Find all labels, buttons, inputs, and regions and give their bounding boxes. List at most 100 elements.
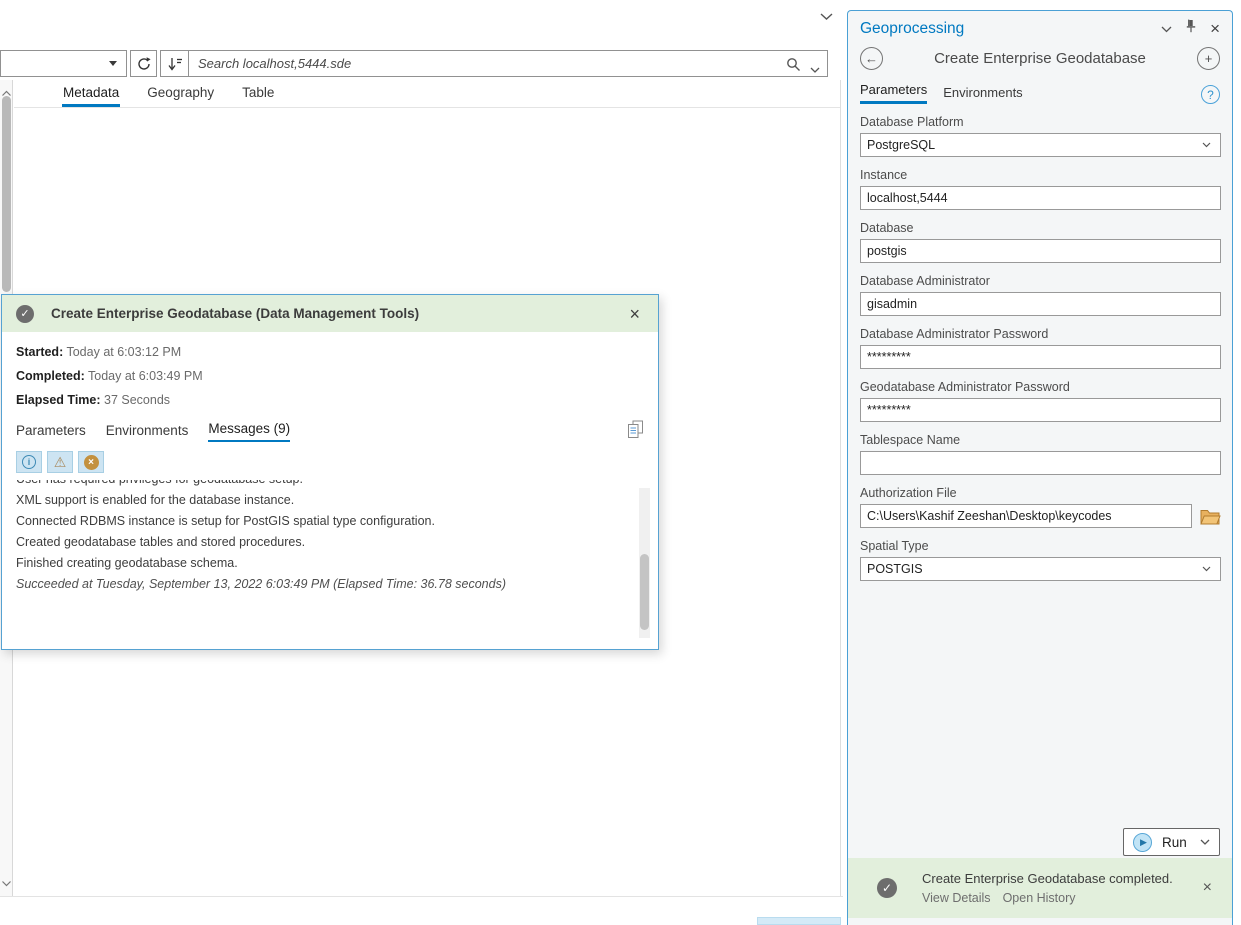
tablespace-name-input[interactable] bbox=[860, 451, 1221, 475]
gdb-admin-password-input[interactable] bbox=[860, 398, 1221, 422]
view-details-link[interactable]: View Details bbox=[922, 891, 991, 905]
messages-log[interactable]: User has required privileges for geodata… bbox=[16, 480, 624, 630]
question-icon: ? bbox=[1207, 88, 1214, 102]
play-icon: ▶ bbox=[1133, 833, 1152, 852]
started-label: Started: bbox=[16, 345, 63, 359]
search-icon[interactable] bbox=[786, 57, 801, 77]
field-label: Authorization File bbox=[860, 486, 1221, 500]
run-label: Run bbox=[1162, 835, 1187, 850]
dialog-header: ✓ Create Enterprise Geodatabase (Data Ma… bbox=[2, 295, 658, 332]
scroll-down-icon[interactable] bbox=[1, 874, 12, 892]
chevron-down-icon bbox=[1202, 566, 1211, 572]
succeeded-line: Succeeded at Tuesday, September 13, 2022… bbox=[16, 574, 624, 595]
field-label: Database Platform bbox=[860, 115, 1221, 129]
tab-environments[interactable]: Environments bbox=[106, 423, 189, 442]
folder-icon bbox=[1200, 508, 1221, 525]
log-line: Created geodatabase tables and stored pr… bbox=[16, 532, 624, 553]
sort-button[interactable] bbox=[160, 50, 189, 77]
content-bottom-divider bbox=[0, 896, 843, 897]
success-check-icon: ✓ bbox=[877, 878, 897, 898]
tool-result-dialog: ✓ Create Enterprise Geodatabase (Data Ma… bbox=[1, 294, 659, 650]
browse-button[interactable] bbox=[1200, 508, 1221, 525]
success-check-icon: ✓ bbox=[16, 305, 34, 323]
close-icon[interactable]: × bbox=[1210, 20, 1220, 37]
copy-messages-button[interactable] bbox=[627, 420, 644, 442]
run-button[interactable]: ▶ Run bbox=[1123, 828, 1220, 856]
back-button[interactable]: ← bbox=[860, 47, 883, 70]
field-authorization-file: Authorization File bbox=[860, 486, 1221, 528]
tool-title: Create Enterprise Geodatabase bbox=[883, 50, 1197, 67]
tool-nav: ← Create Enterprise Geodatabase + bbox=[848, 40, 1232, 72]
help-button[interactable]: ? bbox=[1201, 85, 1220, 104]
database-input[interactable] bbox=[860, 239, 1221, 263]
close-icon[interactable]: × bbox=[623, 303, 646, 325]
tab-parameters[interactable]: Parameters bbox=[16, 423, 86, 442]
dba-password-input[interactable] bbox=[860, 345, 1221, 369]
instance-input[interactable] bbox=[860, 186, 1221, 210]
field-label: Database Administrator Password bbox=[860, 327, 1221, 341]
search-input[interactable] bbox=[189, 51, 827, 76]
log-line: User has required privileges for geodata… bbox=[16, 480, 624, 490]
path-combobox[interactable] bbox=[0, 50, 127, 77]
completed-line: Completed: Today at 6:03:49 PM bbox=[16, 369, 644, 383]
log-line: Connected RDBMS instance is setup for Po… bbox=[16, 511, 624, 532]
spatial-type-select[interactable]: POSTGIS bbox=[860, 557, 1221, 581]
database-administrator-input[interactable] bbox=[860, 292, 1221, 316]
search-chevron-icon[interactable] bbox=[810, 61, 820, 79]
copy-icon bbox=[627, 420, 644, 439]
field-instance: Instance bbox=[860, 168, 1221, 210]
parameters-form: Database Platform PostgreSQL Instance Da… bbox=[848, 104, 1232, 581]
elapsed-line: Elapsed Time: 37 Seconds bbox=[16, 393, 644, 407]
field-database: Database bbox=[860, 221, 1221, 263]
refresh-icon bbox=[136, 56, 152, 72]
field-label: Geodatabase Administrator Password bbox=[860, 380, 1221, 394]
field-label: Instance bbox=[860, 168, 1221, 182]
scrollbar-thumb[interactable] bbox=[2, 96, 11, 292]
tab-environments[interactable]: Environments bbox=[943, 85, 1022, 104]
field-label: Spatial Type bbox=[860, 539, 1221, 553]
error-icon: × bbox=[84, 455, 99, 470]
tabs-divider bbox=[14, 107, 840, 108]
search-box bbox=[188, 50, 828, 77]
field-label: Tablespace Name bbox=[860, 433, 1221, 447]
tab-parameters[interactable]: Parameters bbox=[860, 82, 927, 104]
chevron-down-icon bbox=[109, 61, 117, 66]
tab-geography[interactable]: Geography bbox=[146, 83, 215, 107]
pin-icon[interactable] bbox=[1185, 19, 1197, 38]
message-filters: i ⚠ × bbox=[2, 442, 658, 478]
field-tablespace-name: Tablespace Name bbox=[860, 433, 1221, 475]
warning-icon: ⚠ bbox=[54, 455, 67, 469]
info-filter-button[interactable]: i bbox=[16, 451, 42, 473]
add-to-model-button[interactable]: + bbox=[1197, 47, 1220, 70]
completed-label: Completed: bbox=[16, 369, 85, 383]
scrollbar-thumb[interactable] bbox=[640, 554, 649, 630]
info-icon: i bbox=[22, 455, 36, 469]
dialog-tabs: Parameters Environments Messages (9) bbox=[2, 417, 658, 442]
tab-messages[interactable]: Messages (9) bbox=[208, 421, 290, 442]
chevron-down-icon bbox=[1202, 142, 1211, 148]
sort-icon bbox=[167, 57, 183, 71]
open-history-link[interactable]: Open History bbox=[1003, 891, 1076, 905]
field-gdb-admin-password: Geodatabase Administrator Password bbox=[860, 380, 1221, 422]
log-line: Finished creating geodatabase schema. bbox=[16, 553, 624, 574]
selected-value: POSTGIS bbox=[867, 562, 923, 576]
database-platform-select[interactable]: PostgreSQL bbox=[860, 133, 1221, 157]
messages-scrollbar[interactable] bbox=[639, 488, 650, 638]
tab-table[interactable]: Table bbox=[241, 83, 275, 107]
plus-icon: + bbox=[1205, 51, 1213, 66]
warning-filter-button[interactable]: ⚠ bbox=[47, 451, 73, 473]
authorization-file-input[interactable] bbox=[860, 504, 1192, 528]
pane-tabs: Parameters Environments ? bbox=[848, 72, 1232, 104]
error-filter-button[interactable]: × bbox=[78, 451, 104, 473]
dismiss-notification-icon[interactable]: × bbox=[1197, 878, 1218, 898]
run-options-chevron-icon[interactable] bbox=[1200, 833, 1210, 851]
tab-metadata[interactable]: Metadata bbox=[62, 83, 120, 107]
field-database-administrator: Database Administrator bbox=[860, 274, 1221, 316]
collapse-chevron-icon[interactable] bbox=[820, 8, 833, 26]
completion-notification: ✓ Create Enterprise Geodatabase complete… bbox=[848, 858, 1232, 918]
back-arrow-icon: ← bbox=[865, 51, 878, 66]
field-spatial-type: Spatial Type POSTGIS bbox=[860, 539, 1221, 581]
pane-menu-chevron-icon[interactable] bbox=[1161, 20, 1172, 38]
field-dba-password: Database Administrator Password bbox=[860, 327, 1221, 369]
refresh-button[interactable] bbox=[130, 50, 157, 77]
